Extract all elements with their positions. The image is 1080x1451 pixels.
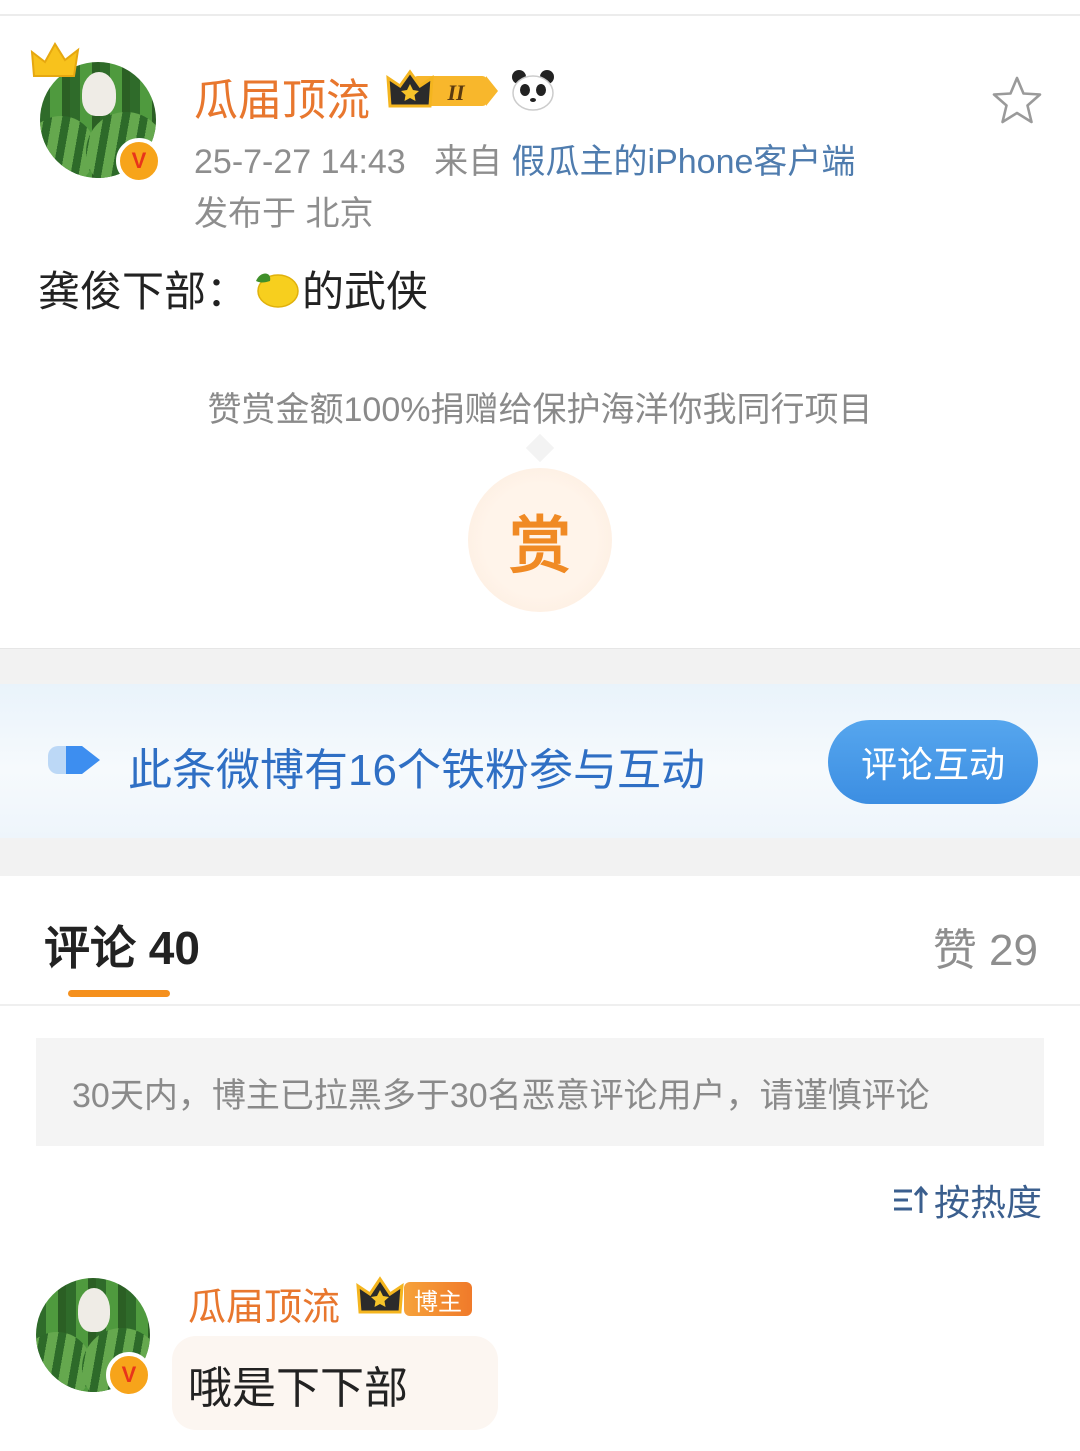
- star-outline-icon[interactable]: [990, 74, 1044, 128]
- active-tab-indicator: [68, 990, 170, 997]
- tabs-divider: [0, 1004, 1080, 1006]
- post-content: 龚俊下部： 的武侠: [38, 258, 428, 319]
- post-content-prefix: 龚俊下部：: [38, 268, 249, 315]
- fan-level-badge[interactable]: II: [386, 68, 500, 112]
- comment-verified-badge: V: [106, 1352, 152, 1398]
- blacklist-notice: 30天内，博主已拉黑多于30名恶意评论用户，请谨慎评论: [36, 1038, 1044, 1146]
- post-meta: 25-7-27 14:43 来自 假瓜主的iPhone客户端: [194, 134, 855, 183]
- comment-crown-icon: [356, 1276, 404, 1314]
- sort-label: 按热度: [933, 1182, 1042, 1223]
- reward-note: 赞赏金额100%捐赠给保护海洋你我同行项目: [207, 391, 873, 429]
- svg-text:II: II: [446, 80, 466, 105]
- verified-badge: V: [116, 138, 162, 184]
- comment-username[interactable]: 瓜届顶流: [188, 1276, 340, 1331]
- tab-comments[interactable]: 评论 40: [44, 912, 200, 978]
- section-gap: [0, 838, 1080, 876]
- post-username[interactable]: 瓜届顶流: [194, 64, 370, 128]
- sort-icon: [893, 1185, 929, 1213]
- reward-tip: [525, 433, 555, 463]
- comment-interact-button[interactable]: 评论互动: [828, 720, 1038, 804]
- panda-icon: [512, 70, 554, 111]
- sort-toggle[interactable]: 按热度: [890, 1174, 1042, 1226]
- crown-icon: [30, 42, 80, 77]
- post-timestamp: 25-7-27 14:43: [194, 143, 406, 181]
- tab-likes[interactable]: 赞 29: [933, 914, 1038, 978]
- post-content-suffix: 的武侠: [302, 268, 429, 315]
- section-gap: [0, 648, 1080, 684]
- post-source-link[interactable]: 假瓜主的iPhone客户端: [512, 143, 856, 181]
- fans-icon: [48, 746, 100, 774]
- post-location: 发布于 北京: [194, 195, 374, 233]
- author-tag: 博主: [404, 1282, 472, 1316]
- top-divider: [0, 14, 1080, 16]
- lemon-emoji-icon: [256, 273, 299, 308]
- comment-text: 哦是下下部: [188, 1364, 408, 1413]
- fans-banner-text: 此条微博有16个铁粉参与互动: [128, 746, 705, 795]
- from-label: 来自: [434, 143, 503, 181]
- reward-button[interactable]: 赏: [468, 468, 612, 612]
